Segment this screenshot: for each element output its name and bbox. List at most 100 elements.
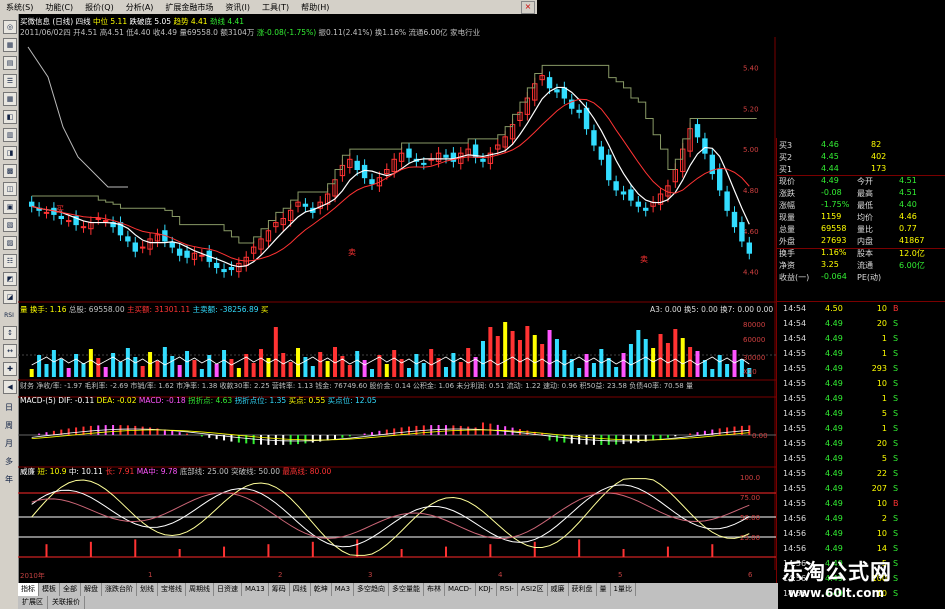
tool-view-b-icon[interactable]: ◪ bbox=[3, 290, 17, 304]
volume-bar bbox=[392, 350, 397, 377]
tick-side: S bbox=[893, 424, 899, 433]
tab-7[interactable]: 周期线 bbox=[186, 583, 214, 596]
candle bbox=[724, 191, 730, 211]
crosshair-icon[interactable]: ✚ bbox=[3, 362, 17, 376]
tool-cursor-icon[interactable]: ◎ bbox=[3, 20, 17, 34]
volume-bar bbox=[547, 330, 552, 377]
tab-8[interactable]: 日资速 bbox=[214, 583, 242, 596]
tick-side: S bbox=[893, 319, 899, 328]
volume-bar bbox=[429, 349, 434, 377]
close-icon[interactable]: × bbox=[521, 0, 535, 14]
quote-label: 收益(一) bbox=[779, 273, 810, 282]
scroll-h-icon[interactable]: ↔ bbox=[3, 344, 17, 358]
tool-panel-icon[interactable]: ◫ bbox=[3, 182, 17, 196]
tab-14[interactable]: 多空趋向 bbox=[354, 583, 390, 596]
tab-2[interactable]: 全部 bbox=[60, 583, 81, 596]
menu-item-0[interactable]: 系统(S) bbox=[0, 2, 39, 13]
tool-chart-b-icon[interactable]: ▨ bbox=[3, 236, 17, 250]
quote-label2: 流通 bbox=[857, 261, 873, 270]
macd-header: MACD-(5) DIF: -0.11 DEA: -0.02 MACD: -0.… bbox=[20, 395, 377, 406]
quote-label: 涨幅 bbox=[779, 201, 795, 210]
tool-view-a-icon[interactable]: ◩ bbox=[3, 272, 17, 286]
tab-12[interactable]: 乾坤 bbox=[311, 583, 332, 596]
tab-5[interactable]: 划线 bbox=[137, 583, 158, 596]
volume-bar bbox=[214, 364, 219, 377]
tool-chart-a-icon[interactable]: ▧ bbox=[3, 218, 17, 232]
tick-row: 14:55 4.49 1 S bbox=[783, 349, 943, 360]
period-4[interactable]: 年 bbox=[3, 474, 15, 486]
volume-bar bbox=[51, 350, 56, 377]
scroll-v-icon[interactable]: ↕ bbox=[3, 326, 17, 340]
tool-window-icon[interactable]: ▣ bbox=[3, 200, 17, 214]
menu-item-5[interactable]: 资讯(I) bbox=[219, 2, 256, 13]
tool-menu-icon[interactable]: ☰ bbox=[3, 74, 17, 88]
volume-bar bbox=[665, 343, 670, 377]
quote-value: 4.44 bbox=[821, 164, 839, 173]
tab-19[interactable]: RSI- bbox=[497, 583, 518, 596]
volume-bar bbox=[451, 353, 456, 377]
price-axis-label: 4.80 bbox=[743, 187, 759, 195]
tool-rsi[interactable]: RSI bbox=[3, 310, 15, 322]
candle bbox=[102, 220, 109, 223]
subtab-1[interactable]: 关联报价 bbox=[48, 596, 85, 609]
menu-item-7[interactable]: 帮助(H) bbox=[295, 2, 335, 13]
volume-bar bbox=[44, 364, 49, 377]
quote-label2: PE(动) bbox=[857, 273, 882, 282]
candle bbox=[369, 179, 375, 185]
period-3[interactable]: 多 bbox=[3, 456, 15, 468]
tick-side: S bbox=[893, 379, 899, 388]
tab-20[interactable]: ASI2区 bbox=[518, 583, 548, 596]
tab-10[interactable]: 筹码 bbox=[269, 583, 290, 596]
tool-bars-icon[interactable]: ▥ bbox=[3, 128, 17, 142]
macd-turn-level: 拐折点位: 1.35 bbox=[234, 396, 287, 405]
tab-21[interactable]: 威廉 bbox=[548, 583, 569, 596]
tab-23[interactable]: 量 bbox=[597, 583, 611, 596]
tab-24[interactable]: 1量比 bbox=[611, 583, 637, 596]
quote-row: 买3 4.46 82 bbox=[779, 140, 939, 152]
tab-18[interactable]: KDJ- bbox=[476, 583, 497, 596]
volume-bar bbox=[259, 349, 264, 377]
tool-layout-icon[interactable]: ◨ bbox=[3, 146, 17, 160]
tool-stack-icon[interactable]: ☷ bbox=[3, 254, 17, 268]
tick-side: S bbox=[893, 514, 899, 523]
back-icon[interactable]: ◀ bbox=[3, 380, 17, 394]
menu-item-4[interactable]: 扩展金融市场 bbox=[159, 2, 219, 13]
tab-3[interactable]: 解盘 bbox=[81, 583, 102, 596]
tick-side: S bbox=[893, 469, 899, 478]
volume-bar bbox=[406, 368, 411, 377]
period-1[interactable]: 周 bbox=[3, 420, 15, 432]
candle bbox=[184, 250, 190, 258]
tab-16[interactable]: 布林 bbox=[424, 583, 446, 596]
subtab-0[interactable]: 扩展区 bbox=[18, 596, 48, 609]
quote-label: 外盘 bbox=[779, 237, 795, 246]
tick-volume: 20 bbox=[876, 439, 887, 448]
volume-bar bbox=[325, 361, 330, 377]
tab-17[interactable]: MACD- bbox=[445, 583, 476, 596]
tab-22[interactable]: 获利盘 bbox=[569, 583, 597, 596]
menu-item-2[interactable]: 报价(Q) bbox=[79, 2, 120, 13]
tick-row: 14:55 4.49 10 B bbox=[783, 499, 943, 510]
period-0[interactable]: 日 bbox=[3, 402, 15, 414]
tab-15[interactable]: 多空量能 bbox=[389, 583, 425, 596]
period-2[interactable]: 月 bbox=[3, 438, 15, 450]
tab-9[interactable]: MA13 bbox=[242, 583, 269, 596]
tool-grid-icon[interactable]: ▦ bbox=[3, 38, 17, 52]
tool-matrix-icon[interactable]: ▩ bbox=[3, 164, 17, 178]
william-long: 长: 7.91 bbox=[105, 467, 135, 476]
tab-11[interactable]: 四线 bbox=[290, 583, 311, 596]
menu-item-6[interactable]: 工具(T) bbox=[256, 2, 295, 13]
tool-list-icon[interactable]: ▤ bbox=[3, 56, 17, 70]
tab-0[interactable]: 指标 bbox=[18, 583, 39, 596]
tick-time: 14:55 bbox=[783, 469, 807, 478]
tab-1[interactable]: 模板 bbox=[39, 583, 60, 596]
menu-item-3[interactable]: 分析(A) bbox=[120, 2, 160, 13]
tab-4[interactable]: 涨跌台阶 bbox=[102, 583, 137, 596]
tab-6[interactable]: 宝塔线 bbox=[158, 583, 186, 596]
volume-bar bbox=[222, 350, 227, 377]
tool-split-icon[interactable]: ◧ bbox=[3, 110, 17, 124]
tab-13[interactable]: MA3 bbox=[332, 583, 355, 596]
tool-table-icon[interactable]: ▦ bbox=[3, 92, 17, 106]
candle bbox=[561, 87, 568, 99]
quote-label2: 内盘 bbox=[857, 237, 873, 246]
menu-item-1[interactable]: 功能(C) bbox=[39, 2, 79, 13]
